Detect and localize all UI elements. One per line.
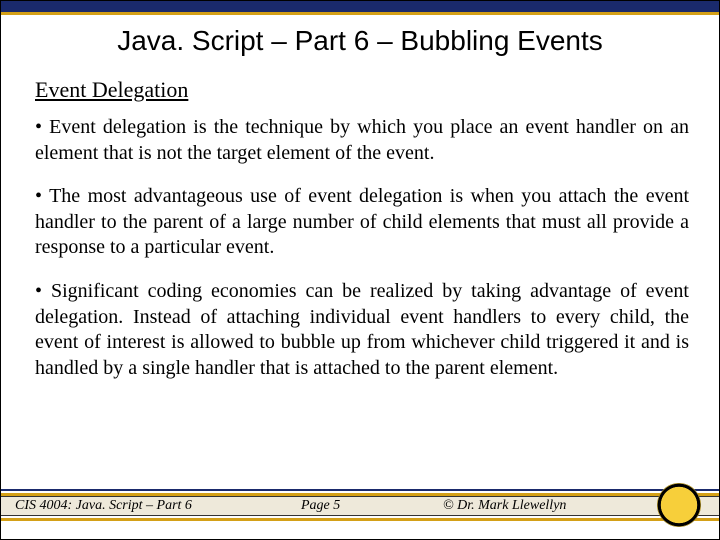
footer-page: Page 5: [301, 498, 340, 514]
bullet-item: The most advantageous use of event deleg…: [35, 184, 689, 261]
bullet-item: Significant coding economies can be real…: [35, 279, 689, 381]
top-band: [1, 1, 719, 15]
ucf-logo-icon: [657, 483, 701, 527]
footer-course: CIS 4004: Java. Script – Part 6: [15, 498, 192, 514]
bottom-rule: [1, 518, 719, 521]
footer-author: © Dr. Mark Llewellyn: [443, 498, 566, 514]
slide-title: Java. Script – Part 6 – Bubbling Events: [1, 25, 719, 57]
footer-rule-top: [1, 489, 719, 491]
bullet-item: Event delegation is the technique by whi…: [35, 115, 689, 166]
slide: Java. Script – Part 6 – Bubbling Events …: [0, 0, 720, 540]
section-heading: Event Delegation: [35, 77, 188, 103]
body-text: Event delegation is the technique by whi…: [35, 115, 689, 399]
footer-text: CIS 4004: Java. Script – Part 6 Page 5 ©…: [1, 496, 719, 514]
